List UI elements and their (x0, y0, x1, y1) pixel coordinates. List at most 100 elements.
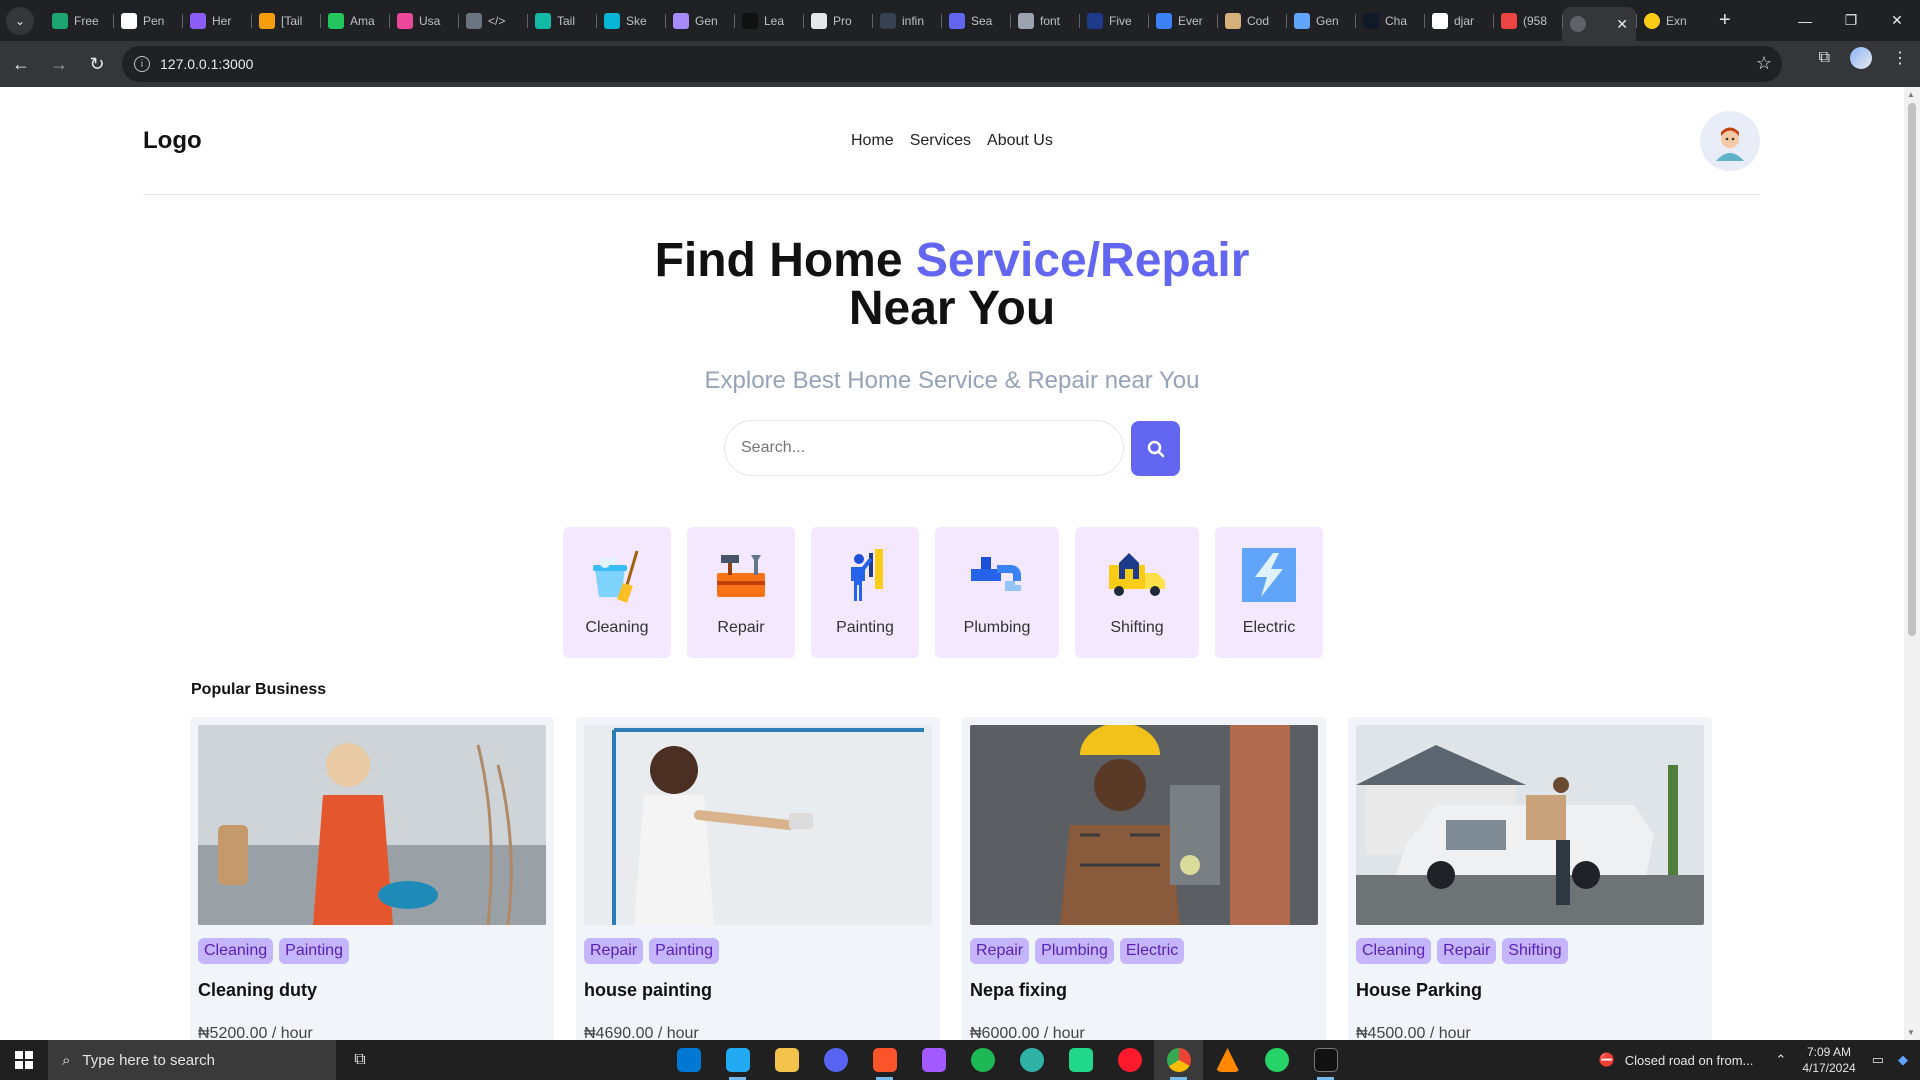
clock[interactable]: 7:09 AM 4/17/2024 (1802, 1044, 1855, 1076)
browser-tab[interactable]: </> (458, 6, 527, 36)
browser-tab[interactable]: Pro (803, 6, 872, 36)
category-repair[interactable]: Repair (687, 527, 795, 658)
close-window-button[interactable]: ✕ (1874, 0, 1920, 41)
browser-tab[interactable]: Cha (1355, 6, 1424, 36)
browser-tab[interactable]: Ama (320, 6, 389, 36)
browser-menu-icon[interactable]: ⋮ (1892, 48, 1908, 68)
nav-home[interactable]: Home (851, 132, 894, 150)
news-widget[interactable]: ⛔ Closed road on from... (1599, 1052, 1754, 1068)
file-explorer-icon[interactable] (762, 1040, 811, 1080)
vscode-icon[interactable] (713, 1040, 762, 1080)
business-card[interactable]: Cleaning Repair Shifting House Parking ₦… (1348, 717, 1712, 1040)
browser-tab[interactable]: font (1010, 6, 1079, 36)
figma-icon[interactable] (909, 1040, 958, 1080)
scroll-up-icon[interactable]: ▲ (1907, 90, 1915, 99)
tag[interactable]: Cleaning (1356, 938, 1432, 964)
tab-favicon-icon (190, 12, 206, 29)
bookmark-star-icon[interactable]: ☆ (1756, 53, 1772, 74)
extensions-icon[interactable]: ⧉ (1819, 49, 1830, 67)
new-tab-button[interactable]: + (1719, 9, 1731, 32)
close-tab-icon[interactable]: ✕ (1616, 16, 1628, 33)
browser-tab[interactable]: (958 (1493, 6, 1562, 36)
start-button[interactable] (0, 1040, 48, 1080)
chrome-icon[interactable] (1154, 1040, 1203, 1080)
whatsapp-icon[interactable] (1252, 1040, 1301, 1080)
tab-favicon-icon (1156, 12, 1172, 29)
show-hidden-icons[interactable]: ⌃ (1775, 1052, 1786, 1068)
tag[interactable]: Plumbing (1035, 938, 1114, 964)
terminal-icon[interactable] (1301, 1040, 1350, 1080)
tag[interactable]: Cleaning (198, 938, 274, 964)
category-electric[interactable]: Electric (1215, 527, 1323, 658)
browser-tab[interactable]: Her (182, 6, 251, 36)
taskbar-search[interactable]: ⌕ Type here to search (48, 1040, 336, 1080)
browser-tab[interactable]: Exn (1636, 6, 1705, 36)
tab-search-dropdown-icon[interactable]: ⌄ (6, 6, 34, 35)
search-input[interactable] (724, 420, 1124, 476)
browser-tab[interactable]: Five (1079, 6, 1148, 36)
back-button[interactable]: ← (4, 47, 38, 81)
tag[interactable]: Shifting (1502, 938, 1568, 964)
tab-title: Ama (350, 13, 375, 28)
page-scrollbar[interactable]: ▲ ▼ (1904, 87, 1920, 1040)
business-title[interactable]: house painting (584, 980, 932, 1001)
address-bar[interactable]: i 127.0.0.1:3000 ☆ (122, 46, 1782, 82)
nav-services[interactable]: Services (910, 132, 971, 150)
category-cleaning[interactable]: Cleaning (563, 527, 671, 658)
pycharm-icon[interactable] (1056, 1040, 1105, 1080)
browser-tab[interactable]: Ever (1148, 6, 1217, 36)
task-view-icon[interactable]: ⧉ (336, 1040, 384, 1080)
browser-tab[interactable]: Lea (734, 6, 803, 36)
business-card[interactable]: Repair Plumbing Electric Nepa fixing ₦60… (962, 717, 1326, 1040)
tag[interactable]: Repair (1437, 938, 1497, 964)
search-button[interactable] (1131, 421, 1180, 476)
browser-tab[interactable]: Pen (113, 6, 182, 36)
category-plumbing[interactable]: Plumbing (935, 527, 1059, 658)
browser-tab[interactable]: Sea (941, 6, 1010, 36)
business-card[interactable]: Repair Painting house painting ₦4690.00 … (576, 717, 940, 1040)
category-painting[interactable]: Painting (811, 527, 919, 658)
browser-tab-active[interactable]: ✕ (1562, 7, 1636, 41)
reload-button[interactable]: ↻ (80, 47, 114, 81)
vlc-icon[interactable] (1203, 1040, 1252, 1080)
edge-icon[interactable] (1007, 1040, 1056, 1080)
tag[interactable]: Repair (970, 938, 1030, 964)
browser-tab[interactable]: Tail (527, 6, 596, 36)
site-info-icon[interactable]: i (134, 56, 150, 72)
browser-tab[interactable]: Cod (1217, 6, 1286, 36)
notification-icon[interactable]: ▭ (1872, 1052, 1884, 1068)
site-logo[interactable]: Logo (143, 127, 202, 155)
browser-tab[interactable]: Gen (665, 6, 734, 36)
business-title[interactable]: Cleaning duty (198, 980, 546, 1001)
scrollbar-thumb[interactable] (1908, 103, 1916, 636)
browser-tab[interactable]: Free (44, 6, 113, 36)
tag[interactable]: Painting (649, 938, 719, 964)
business-title[interactable]: Nepa fixing (970, 980, 1318, 1001)
nav-about-us[interactable]: About Us (987, 132, 1053, 150)
brave-icon[interactable] (860, 1040, 909, 1080)
scroll-down-icon[interactable]: ▼ (1907, 1028, 1915, 1037)
opera-icon[interactable] (1105, 1040, 1154, 1080)
browser-tab[interactable]: Gen (1286, 6, 1355, 36)
minimize-button[interactable]: — (1782, 0, 1828, 41)
business-card[interactable]: Cleaning Painting Cleaning duty ₦5200.00… (190, 717, 554, 1040)
windows-logo-icon (15, 1051, 33, 1069)
tag[interactable]: Painting (279, 938, 349, 964)
profile-avatar-icon[interactable] (1850, 47, 1872, 69)
discord-icon[interactable] (811, 1040, 860, 1080)
restore-button[interactable]: ❐ (1828, 0, 1874, 41)
widgets-icon[interactable]: ◆ (1898, 1052, 1908, 1068)
user-avatar[interactable] (1700, 111, 1760, 171)
tag[interactable]: Electric (1119, 938, 1185, 964)
spotify-icon[interactable] (958, 1040, 1007, 1080)
business-title[interactable]: House Parking (1356, 980, 1704, 1001)
browser-tab[interactable]: infin (872, 6, 941, 36)
browser-tab[interactable]: djar (1424, 6, 1493, 36)
store-icon[interactable] (664, 1040, 713, 1080)
browser-tab[interactable]: [Tail (251, 6, 320, 36)
forward-button[interactable]: → (42, 47, 76, 81)
tag[interactable]: Repair (584, 938, 644, 964)
category-shifting[interactable]: Shifting (1075, 527, 1199, 658)
browser-tab[interactable]: Usa (389, 6, 458, 36)
browser-tab[interactable]: Ske (596, 6, 665, 36)
